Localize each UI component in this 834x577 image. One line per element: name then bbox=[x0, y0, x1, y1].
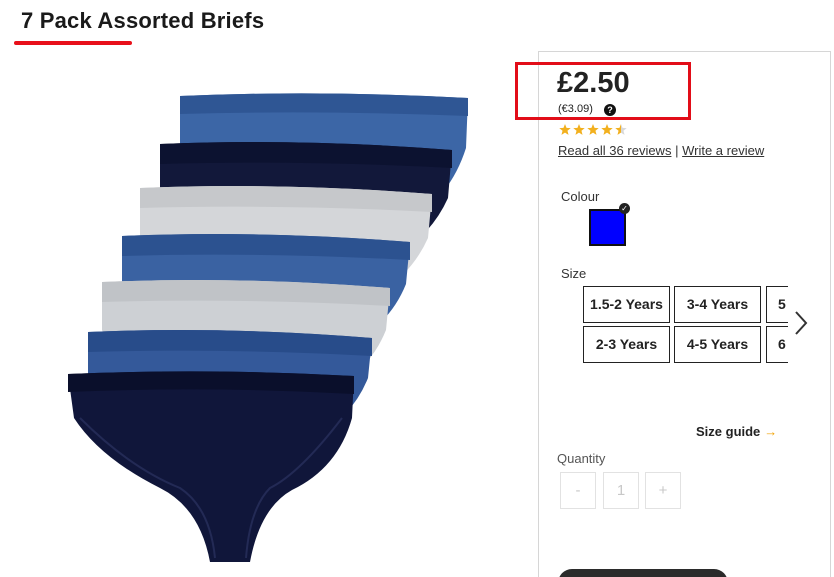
help-icon[interactable]: ? bbox=[604, 104, 616, 116]
size-option[interactable]: 2-3 Years bbox=[583, 326, 670, 363]
size-label: Size bbox=[561, 266, 587, 281]
quantity-decrease-button[interactable]: - bbox=[560, 472, 596, 509]
alt-currency-price: (€3.09) bbox=[558, 103, 593, 115]
size-option[interactable]: 3-4 Years bbox=[674, 286, 761, 323]
quantity-input[interactable]: 1 bbox=[603, 472, 639, 509]
star-icon bbox=[573, 124, 585, 135]
reviews-links: Read all 36 reviews | Write a review bbox=[558, 143, 764, 158]
star-icon bbox=[559, 124, 571, 135]
colour-swatch-blue[interactable] bbox=[589, 209, 626, 246]
review-separator: | bbox=[675, 143, 679, 158]
add-to-basket-button[interactable] bbox=[558, 569, 728, 577]
size-options: 1.5-2 Years 3-4 Years 5 2-3 Years 4-5 Ye… bbox=[583, 286, 788, 364]
colour-label: Colour bbox=[561, 189, 600, 204]
size-guide-label: Size guide bbox=[696, 424, 761, 439]
write-review-link[interactable]: Write a review bbox=[682, 143, 764, 158]
size-guide-link[interactable]: Size guide → bbox=[696, 424, 777, 439]
size-option[interactable]: 6 bbox=[766, 326, 788, 363]
quantity-label: Quantity bbox=[557, 451, 606, 466]
arrow-right-icon: → bbox=[764, 424, 778, 439]
rating-stars bbox=[559, 124, 627, 135]
product-price: £2.50 bbox=[557, 67, 630, 99]
product-image[interactable] bbox=[60, 88, 480, 568]
star-icon bbox=[601, 124, 613, 135]
size-option[interactable]: 5 bbox=[766, 286, 788, 323]
star-icon bbox=[615, 124, 627, 135]
title-underline bbox=[14, 41, 132, 45]
chevron-right-icon[interactable] bbox=[792, 309, 810, 337]
size-option[interactable]: 4-5 Years bbox=[674, 326, 761, 363]
size-option[interactable]: 1.5-2 Years bbox=[583, 286, 670, 323]
quantity-increase-button[interactable]: + bbox=[645, 472, 681, 509]
star-icon bbox=[587, 124, 599, 135]
check-icon: ✓ bbox=[619, 203, 630, 214]
read-reviews-link[interactable]: Read all 36 reviews bbox=[558, 143, 671, 158]
product-title: 7 Pack Assorted Briefs bbox=[21, 8, 265, 33]
